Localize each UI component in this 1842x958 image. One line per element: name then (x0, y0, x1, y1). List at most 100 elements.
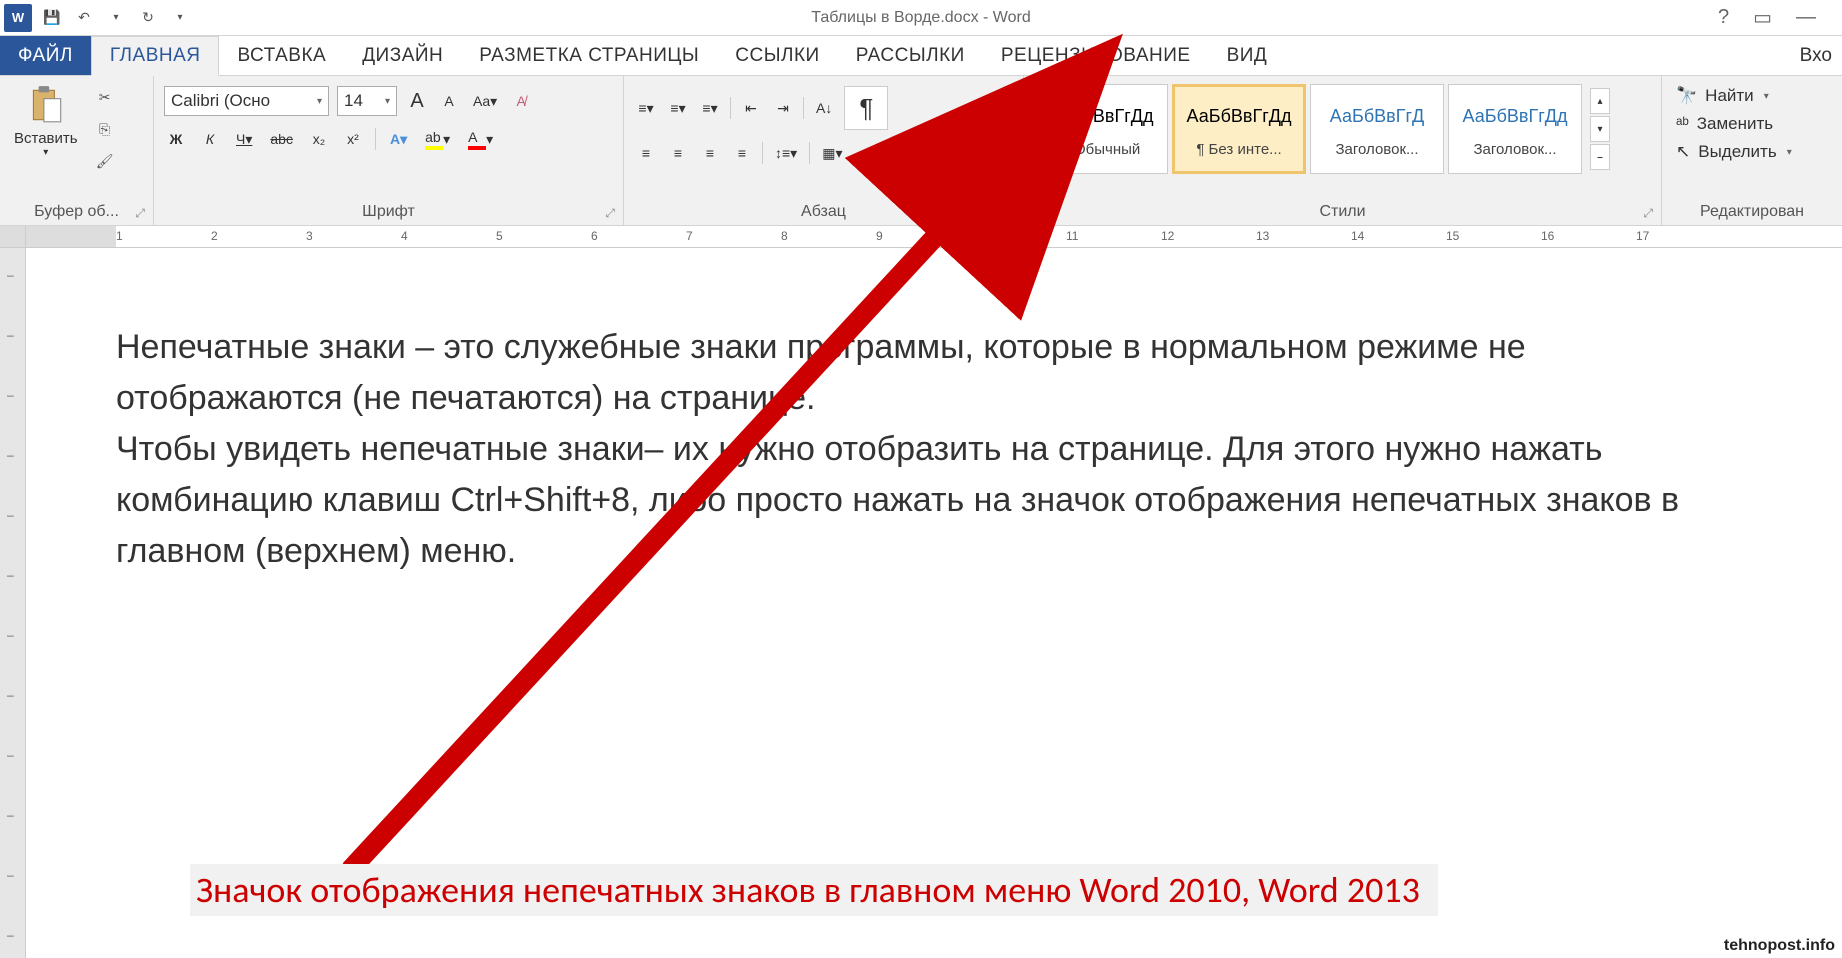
ruler-tick: 11 (1066, 229, 1078, 243)
style-gallery-nav: ▴ ▾ ⎯ (1590, 88, 1610, 170)
group-clipboard: Вставить ▾ ✂ ⎘ 🖌 Буфер об... ⤢ (0, 76, 154, 225)
subscript-button[interactable]: x₂ (307, 126, 331, 152)
show-hide-marks-button[interactable]: ¶ (844, 86, 888, 130)
align-left-icon: ≡ (642, 145, 650, 161)
format-painter-button[interactable]: 🖌 (92, 148, 118, 174)
align-center-button[interactable]: ≡ (666, 140, 690, 166)
ruler-tick: – (7, 808, 14, 822)
style-heading2[interactable]: АаБбВвГгДд Заголовок... (1448, 84, 1582, 174)
word-app-icon[interactable]: W (4, 4, 32, 32)
tab-file[interactable]: ФАЙЛ (0, 36, 91, 75)
signin-link[interactable]: Вхо (1800, 36, 1842, 75)
style-name: Заголовок... (1473, 141, 1556, 158)
ruler-tick: – (7, 448, 14, 462)
shrink-font-button[interactable]: A (437, 88, 461, 114)
font-launcher[interactable]: ⤢ (605, 206, 615, 221)
vertical-ruler[interactable]: –––––––––––– (0, 248, 26, 958)
ruler-tick: 10 (971, 229, 984, 243)
bullets-button[interactable]: ≡▾ (634, 95, 658, 121)
line-spacing-button[interactable]: ↕≡▾ (771, 140, 801, 166)
tab-home[interactable]: ГЛАВНАЯ (91, 36, 220, 76)
strikethrough-button[interactable]: abc (266, 126, 297, 152)
qat-customize[interactable]: ▾ (168, 6, 192, 30)
annotation-caption: Значок отображения непечатных знаков в г… (190, 864, 1438, 916)
binoculars-icon: 🔭 (1676, 86, 1697, 106)
tab-design[interactable]: ДИЗАЙН (344, 36, 461, 75)
style-name: ¶ Без инте... (1196, 141, 1281, 158)
ruler-track: 1234567891011121314151617 (26, 226, 1842, 247)
style-preview: АаБбВвГгДд (1187, 100, 1292, 141)
ruler-tick: 16 (1541, 229, 1554, 243)
shading-button[interactable]: ▦▾ (818, 140, 846, 166)
save-button[interactable]: 💾 (40, 6, 64, 30)
group-paragraph: ≡▾ ≡▾ ≡▾ ⇤ ⇥ A↓ ¶ ≡ ≡ ≡ ≡ ↕≡▾ (624, 76, 1024, 225)
replace-button[interactable]: ᵃᵇЗаменить (1676, 114, 1792, 134)
style-preview: АаБбВвГгДд (1463, 100, 1568, 141)
tab-view[interactable]: ВИД (1209, 36, 1286, 75)
font-name-combo[interactable]: Calibri (Осно▾ (164, 86, 329, 116)
numbering-button[interactable]: ≡▾ (666, 95, 690, 121)
tab-mailings[interactable]: РАССЫЛКИ (838, 36, 983, 75)
bold-button[interactable]: Ж (164, 126, 188, 152)
separator (809, 142, 810, 164)
styles-expand[interactable]: ⎯ (1590, 144, 1610, 170)
group-styles: АаБбВвГгДд ¶ Обычный АаБбВвГгДд ¶ Без ин… (1024, 76, 1662, 225)
horizontal-ruler[interactable]: 1234567891011121314151617 (0, 226, 1842, 248)
find-button[interactable]: 🔭Найти▾ (1676, 86, 1792, 106)
help-button[interactable]: ? (1712, 6, 1735, 29)
text-effects-button[interactable]: A ▾ (386, 126, 411, 152)
superscript-button[interactable]: x² (341, 126, 365, 152)
font-size-combo[interactable]: 14▾ (337, 86, 397, 116)
paragraph-launcher[interactable]: ⤢ (1005, 206, 1015, 221)
minimize-button[interactable]: — (1790, 6, 1822, 29)
document-text[interactable]: Непечатные знаки – это служебные знаки п… (116, 322, 1742, 577)
style-name: Заголовок... (1335, 141, 1418, 158)
highlight-button[interactable]: ab ▾ (421, 126, 454, 152)
ribbon-display-options[interactable]: ▭ (1747, 5, 1778, 30)
style-heading1[interactable]: АаБбВвГгД Заголовок... (1310, 84, 1444, 174)
group-clipboard-label: Буфер об... (34, 203, 119, 221)
style-no-spacing[interactable]: АаБбВвГгДд ¶ Без инте... (1172, 84, 1306, 174)
italic-button[interactable]: К (198, 126, 222, 152)
align-right-button[interactable]: ≡ (698, 140, 722, 166)
paragraph-2[interactable]: Чтобы увидеть непечатные знаки– их нужно… (116, 424, 1742, 577)
tab-layout[interactable]: РАЗМЕТКА СТРАНИЦЫ (461, 36, 717, 75)
ruler-tick: 2 (211, 229, 218, 243)
change-case-button[interactable]: Aa▾ (469, 88, 501, 114)
ruler-tick: 17 (1636, 229, 1649, 243)
select-button[interactable]: ↖Выделить▾ (1676, 142, 1792, 162)
justify-icon: ≡ (738, 145, 746, 161)
ruler-tick: – (7, 508, 14, 522)
undo-button[interactable]: ↶ (72, 6, 96, 30)
align-left-button[interactable]: ≡ (634, 140, 658, 166)
style-normal[interactable]: АаБбВвГгДд ¶ Обычный (1034, 84, 1168, 174)
align-center-icon: ≡ (674, 145, 682, 161)
underline-button[interactable]: Ч ▾ (232, 126, 256, 152)
shading-icon: ▦ (822, 145, 835, 162)
clipboard-launcher[interactable]: ⤢ (135, 206, 145, 221)
sort-button[interactable]: A↓ (812, 95, 836, 121)
increase-indent-button[interactable]: ⇥ (771, 95, 795, 121)
cut-button[interactable]: ✂ (92, 84, 118, 110)
copy-button[interactable]: ⎘ (92, 116, 118, 142)
document-area[interactable]: Непечатные знаки – это служебные знаки п… (26, 248, 1842, 958)
justify-button[interactable]: ≡ (730, 140, 754, 166)
decrease-indent-button[interactable]: ⇤ (739, 95, 763, 121)
multilevel-button[interactable]: ≡▾ (698, 95, 722, 121)
grow-font-button[interactable]: A (405, 88, 429, 114)
tab-insert[interactable]: ВСТАВКА (219, 36, 344, 75)
tab-references[interactable]: ССЫЛКИ (717, 36, 837, 75)
undo-dropdown[interactable]: ▾ (104, 6, 128, 30)
borders-button[interactable]: ▭▾ (854, 140, 882, 166)
ribbon-tabs: ФАЙЛ ГЛАВНАЯ ВСТАВКА ДИЗАЙН РАЗМЕТКА СТР… (0, 36, 1842, 76)
redo-button[interactable]: ↻ (136, 6, 160, 30)
styles-row-up[interactable]: ▴ (1590, 88, 1610, 114)
tab-review[interactable]: РЕЦЕНЗИРОВАНИЕ (983, 36, 1209, 75)
paragraph-1[interactable]: Непечатные знаки – это служебные знаки п… (116, 322, 1742, 424)
styles-launcher[interactable]: ⤢ (1643, 206, 1653, 221)
ruler-tick: – (7, 388, 14, 402)
styles-row-down[interactable]: ▾ (1590, 116, 1610, 142)
paste-button[interactable]: Вставить ▾ (6, 80, 86, 162)
font-color-button[interactable]: A ▾ (464, 126, 497, 152)
clear-formatting-button[interactable]: A̸ (509, 88, 533, 114)
